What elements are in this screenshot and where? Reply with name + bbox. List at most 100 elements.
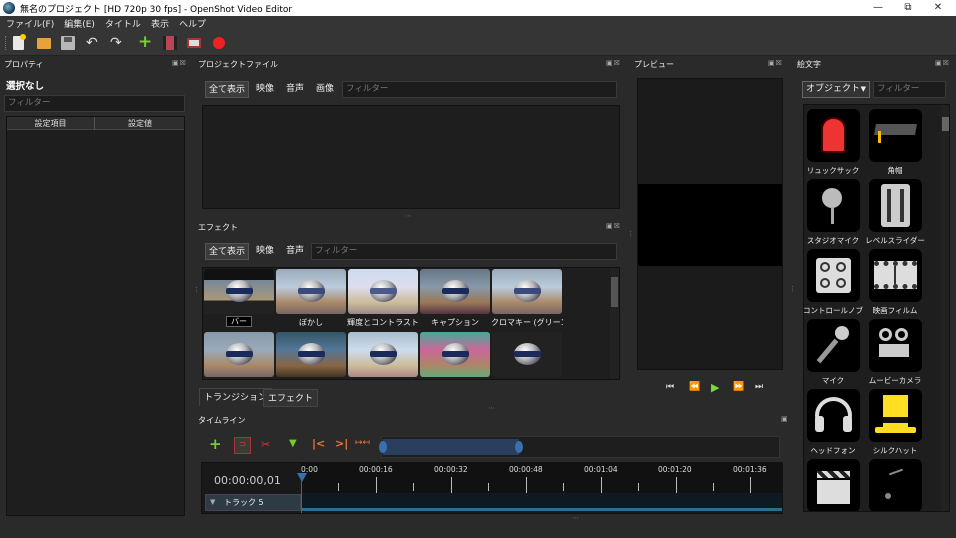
effect-label: キャプション	[431, 318, 479, 327]
splitter-handle[interactable]: ⋯	[572, 514, 579, 522]
emoji-category-select[interactable]: オブジェクト ▼	[802, 81, 870, 98]
preview-area[interactable]	[637, 78, 783, 370]
emoji-dock-buttons[interactable]: ▣☒	[935, 59, 955, 67]
play-icon[interactable]: ▶	[711, 381, 719, 394]
effect-thumbnail[interactable]	[420, 332, 490, 377]
effect-thumbnail[interactable]	[276, 332, 346, 377]
headphones-icon[interactable]	[807, 389, 860, 442]
timeline-area[interactable]: 00:00:00,01 0:00 00:00:16 00:00:32 00:00…	[201, 462, 783, 514]
preview-dock-buttons[interactable]: ▣☒	[768, 59, 788, 67]
effects-scrollbar[interactable]	[610, 268, 619, 379]
film-frames-icon[interactable]	[869, 249, 922, 302]
tab-transitions[interactable]: トランジション	[199, 388, 273, 406]
musical-note-icon[interactable]	[869, 459, 922, 511]
properties-filter-input[interactable]: フィルター	[4, 95, 185, 112]
tab-effects[interactable]: エフェクト	[263, 389, 319, 407]
zoom-handle-right[interactable]	[515, 441, 523, 453]
track-header[interactable]: ▼ トラック 5	[205, 494, 301, 511]
window-titlebar: 無名のプロジェクト [HD 720p 30 fps] - OpenShot Vi…	[0, 0, 956, 16]
effects-filter-input[interactable]: フィルター	[311, 243, 617, 260]
movie-camera-icon[interactable]	[869, 319, 922, 372]
track-lane[interactable]	[301, 494, 782, 511]
menu-help[interactable]: ヘルプ	[179, 17, 206, 30]
level-slider-icon[interactable]	[869, 179, 922, 232]
files-filter-video[interactable]: 映像	[253, 81, 277, 98]
splitter-handle[interactable]: ⋯	[405, 212, 412, 220]
redo-icon[interactable]: ↷	[110, 36, 124, 50]
splitter-handle[interactable]: ⋮	[193, 286, 200, 294]
properties-dock-buttons[interactable]: ▣☒	[172, 59, 192, 67]
effect-thumbnail[interactable]	[420, 269, 490, 314]
project-files-list[interactable]	[202, 105, 620, 209]
previous-marker-icon[interactable]: |<	[312, 437, 325, 450]
files-filter-input[interactable]: フィルター	[342, 81, 617, 98]
rewind-icon[interactable]: ⏪	[689, 382, 700, 392]
new-project-icon[interactable]	[13, 34, 26, 50]
save-project-icon[interactable]	[61, 36, 75, 50]
undo-icon[interactable]: ↶	[86, 36, 100, 50]
menu-title[interactable]: タイトル	[105, 17, 141, 30]
timecode-display: 00:00:00,01	[214, 474, 281, 487]
chevron-down-icon[interactable]: ▼	[210, 498, 215, 506]
column-value[interactable]: 設定値	[96, 117, 184, 130]
export-video-icon[interactable]	[213, 37, 225, 49]
splitter-handle[interactable]: ⋮	[627, 230, 634, 238]
add-track-icon[interactable]: +	[209, 437, 222, 452]
graduation-cap-icon[interactable]	[869, 109, 922, 162]
files-filter-audio[interactable]: 音声	[283, 81, 307, 98]
files-filter-all[interactable]: 全て表示	[205, 81, 250, 98]
zoom-range[interactable]	[383, 439, 519, 455]
maximize-button[interactable]: ⧉	[893, 0, 923, 16]
clapper-board-icon[interactable]	[807, 459, 860, 511]
top-hat-icon[interactable]	[869, 389, 922, 442]
razor-icon[interactable]: ✂	[261, 438, 270, 451]
timeline-dock-buttons[interactable]: ▣	[781, 415, 801, 423]
import-files-icon[interactable]: +	[138, 34, 152, 51]
project-files-dock-buttons[interactable]: ▣☒	[606, 59, 626, 67]
close-button[interactable]: ✕	[923, 0, 953, 16]
effects-filter-all[interactable]: 全て表示	[205, 243, 250, 260]
effect-thumbnail[interactable]	[204, 332, 274, 377]
time-ruler[interactable]: 0:00 00:00:16 00:00:32 00:00:48 00:01:04…	[297, 463, 782, 493]
emoji-scrollbar-thumb[interactable]	[942, 117, 949, 131]
playhead-marker-icon[interactable]	[297, 473, 307, 482]
ruler-tick	[526, 477, 527, 493]
jump-end-icon[interactable]: ⏭	[755, 382, 763, 392]
effect-thumbnail[interactable]	[204, 269, 274, 314]
center-timeline-icon[interactable]: ↦↤	[355, 438, 370, 448]
menu-edit[interactable]: 編集(E)	[64, 17, 95, 30]
backpack-icon[interactable]	[807, 109, 860, 162]
emoji-filter-input[interactable]: フィルター	[873, 81, 946, 98]
splitter-handle[interactable]: ⋯	[488, 404, 495, 412]
effect-thumbnail[interactable]	[492, 332, 562, 377]
zoom-slider[interactable]	[379, 436, 780, 458]
fullscreen-icon[interactable]	[187, 38, 201, 48]
effects-filter-audio[interactable]: 音声	[283, 243, 307, 260]
toolbar-grip	[5, 36, 7, 50]
studio-microphone-icon[interactable]	[807, 179, 860, 232]
effects-scrollbar-thumb[interactable]	[611, 277, 618, 307]
zoom-handle-left[interactable]	[379, 441, 387, 453]
fast-forward-icon[interactable]: ⏩	[733, 382, 744, 392]
files-filter-image[interactable]: 画像	[313, 81, 337, 98]
jump-start-icon[interactable]: ⏮	[666, 382, 674, 392]
effects-filter-video[interactable]: 映像	[253, 243, 277, 260]
snap-toggle-icon[interactable]: ⊃	[234, 437, 251, 454]
next-marker-icon[interactable]: >|	[335, 437, 348, 450]
emoji-scrollbar[interactable]	[941, 105, 949, 511]
control-knobs-icon[interactable]	[807, 249, 860, 302]
menu-view[interactable]: 表示	[151, 17, 169, 30]
add-marker-icon[interactable]: ▼	[289, 438, 297, 449]
microphone-icon[interactable]	[807, 319, 860, 372]
effects-dock-buttons[interactable]: ▣☒	[606, 222, 626, 230]
open-project-icon[interactable]	[37, 38, 51, 49]
effect-thumbnail[interactable]	[348, 269, 418, 314]
choose-profile-icon[interactable]	[163, 36, 177, 50]
column-key[interactable]: 設定項目	[7, 117, 95, 130]
effect-thumbnail[interactable]	[276, 269, 346, 314]
effect-thumbnail[interactable]	[348, 332, 418, 377]
minimize-button[interactable]: —	[863, 0, 893, 16]
menu-file[interactable]: ファイル(F)	[6, 17, 54, 30]
effect-thumbnail[interactable]	[492, 269, 562, 314]
splitter-handle[interactable]: ⋮	[789, 285, 796, 293]
